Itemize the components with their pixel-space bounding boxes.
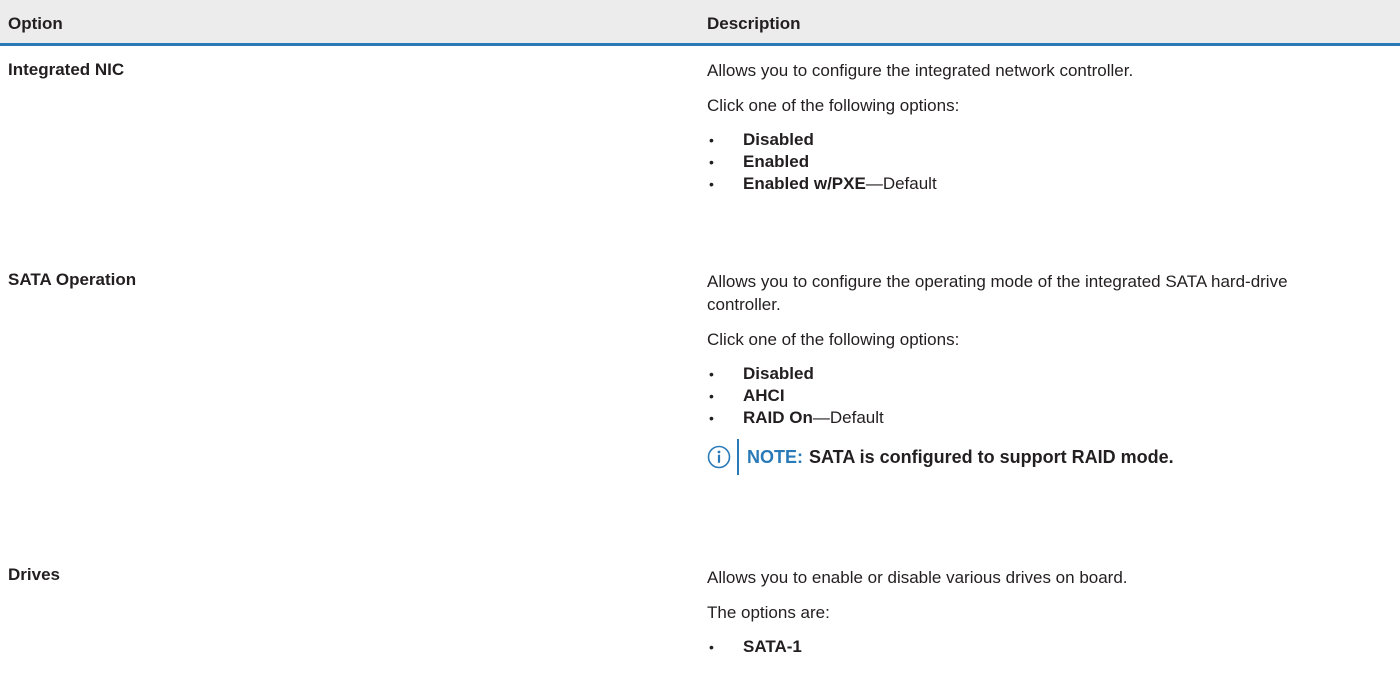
description-drives: Allows you to enable or disable various … — [707, 566, 1317, 668]
options-prompt: Click one of the following options: — [707, 96, 960, 115]
option-integrated-nic: Integrated NIC — [8, 60, 125, 79]
note-label: NOTE: — [747, 446, 803, 467]
header-option: Option — [8, 14, 63, 33]
bullet-icon: • — [709, 639, 714, 655]
list-item: • Disabled — [709, 364, 814, 383]
table-header: Option Description — [0, 0, 1400, 46]
info-circle-icon — [707, 445, 731, 469]
description-text: Allows you to configure the operating mo… — [707, 272, 1288, 314]
options-list: • SATA-1 — [707, 636, 1317, 658]
bullet-icon: • — [709, 132, 714, 148]
list-item: • SATA-1 — [709, 637, 802, 656]
note-divider — [737, 439, 739, 475]
bullet-icon: • — [709, 388, 714, 404]
list-item: • RAID On—Default — [709, 408, 884, 427]
bullet-icon: • — [709, 410, 714, 426]
bullet-icon: • — [709, 176, 714, 192]
note-callout: NOTE: SATA is configured to support RAID… — [707, 439, 1317, 475]
list-item: • Disabled — [709, 130, 814, 149]
option-sata-operation: SATA Operation — [8, 270, 137, 289]
option-drives: Drives — [8, 565, 60, 584]
bullet-icon: • — [709, 366, 714, 382]
list-item: • Enabled — [709, 152, 810, 171]
list-item: • AHCI — [709, 386, 785, 405]
bullet-icon: • — [709, 154, 714, 170]
description-integrated-nic: Allows you to configure the integrated n… — [707, 59, 1317, 205]
description-sata-operation: Allows you to configure the operating mo… — [707, 270, 1317, 475]
options-list: • Disabled • AHCI • RAID On—Default — [707, 363, 1317, 429]
description-text: Allows you to enable or disable various … — [707, 568, 1128, 587]
note-text: SATA is configured to support RAID mode. — [809, 446, 1174, 467]
options-prompt: The options are: — [707, 603, 830, 622]
header-description: Description — [707, 14, 801, 33]
options-prompt: Click one of the following options: — [707, 330, 960, 349]
bios-options-table: Option Description Integrated NIC Allows… — [0, 0, 1400, 677]
list-item: • Enabled w/PXE—Default — [709, 174, 937, 193]
options-list: • Disabled • Enabled • Enabled w/PXE—Defaul… — [707, 129, 1317, 195]
description-text: Allows you to configure the integrated n… — [707, 61, 1134, 80]
